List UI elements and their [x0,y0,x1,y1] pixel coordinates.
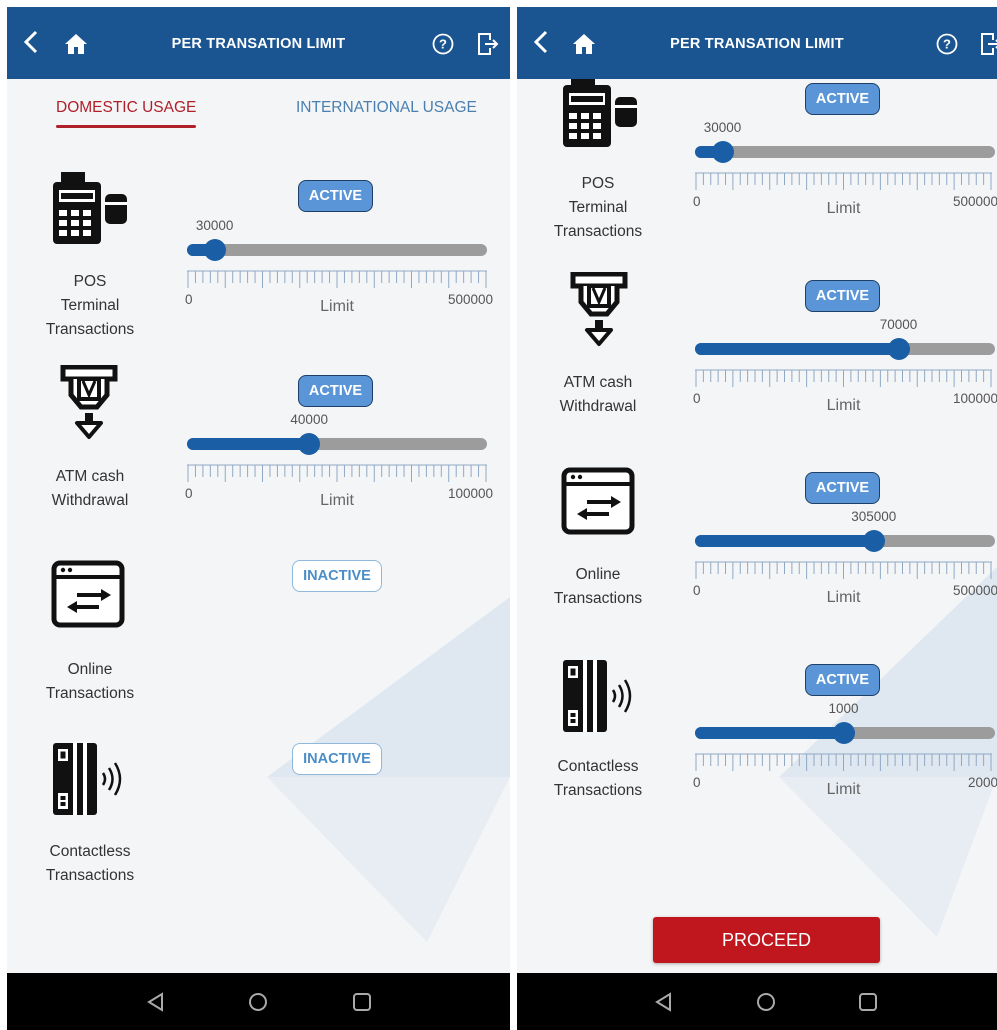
slider-ticks [187,270,487,288]
slider-track[interactable] [187,433,487,455]
system-nav-bar [517,973,997,1030]
screen-domestic: PER TRANSATION LIMIT ? DOMESTIC USAGE IN… [7,7,510,1030]
online-transfer-icon [561,467,635,535]
pos-limit-slider[interactable]: 30000 0 500000 Limit [693,120,997,217]
online-label: Online Transactions [553,566,643,607]
atm-label: ATM cash Withdrawal [51,468,129,509]
pos-status-toggle[interactable]: ACTIVE [805,83,880,115]
pos-label: POS Terminal Transactions [45,273,135,338]
atm-status-toggle[interactable]: ACTIVE [805,280,880,312]
slider-caption: Limit [826,781,861,798]
slider-ticks [187,464,487,482]
slider-track[interactable] [695,530,995,552]
slider-handle[interactable] [203,239,226,261]
slider-fill [695,727,844,739]
slider-value: 40000 [290,412,328,427]
contactless-card-icon [53,743,122,815]
slider-value: 70000 [879,317,918,332]
pos-limit-slider[interactable]: 30000 0 500000 Limit [185,218,493,315]
slider-value: 30000 [195,218,234,233]
slider-caption: Limit [826,397,861,414]
proceed-button[interactable]: PROCEED [653,917,880,963]
pos-label: POS Terminal Transactions [553,175,643,240]
slider-caption: Limit [320,492,354,509]
atm-label: ATM cash Withdrawal [559,374,637,415]
online-status-toggle[interactable]: ACTIVE [805,472,880,504]
contactless-status-toggle[interactable]: INACTIVE [292,743,382,775]
slider-value: 1000 [828,701,859,716]
slider-fill [695,535,874,547]
slider-handle[interactable] [711,141,734,163]
online-status-toggle[interactable]: INACTIVE [292,560,382,592]
atm-limit-slider[interactable]: 70000 0 100000 Limit [693,317,997,414]
online-transfer-icon [51,560,125,628]
tab-domestic-label: DOMESTIC USAGE [56,99,197,116]
pos-terminal-icon [53,172,127,244]
atm-withdrawal-icon [570,272,628,346]
contactless-label: Contactless Transactions [45,843,135,884]
slider-track[interactable] [695,722,995,744]
app-bar: PER TRANSATION LIMIT ? [7,7,510,79]
nav-recents-icon[interactable] [857,991,879,1013]
slider-handle[interactable] [862,530,885,552]
tab-domestic[interactable]: DOMESTIC USAGE [56,99,197,128]
usage-tabs: DOMESTIC USAGE INTERNATIONAL USAGE [7,99,510,139]
atm-limit-slider[interactable]: 40000 0 100000 Limit [185,412,493,509]
logout-icon[interactable] [477,32,499,56]
slider-caption: Limit [826,589,861,606]
contactless-status-toggle[interactable]: ACTIVE [805,664,880,696]
slider-caption: Limit [320,298,354,315]
svg-text:?: ? [439,37,447,52]
slider-ticks [695,369,992,387]
contactless-limit-slider[interactable]: 1000 0 2000 Limit [693,701,997,798]
svg-text:?: ? [943,37,951,52]
slider-value: 305000 [851,509,897,524]
nav-recents-icon[interactable] [351,991,373,1013]
slider-ticks [695,561,992,579]
contactless-label: Contactless Transactions [553,758,643,799]
slider-track[interactable] [695,141,995,163]
slider-caption: Limit [826,200,861,217]
page-title: PER TRANSATION LIMIT [670,36,844,52]
slider-handle[interactable] [887,338,910,360]
atm-status-toggle[interactable]: ACTIVE [298,375,373,407]
slider-ticks [695,753,992,771]
slider-ticks [695,172,992,190]
slider-handle[interactable] [832,722,855,744]
slider-value: 30000 [703,120,742,135]
logout-icon[interactable] [980,32,997,56]
slider-handle[interactable] [298,433,321,455]
nav-back-icon[interactable] [653,991,675,1013]
nav-home-icon[interactable] [755,991,777,1013]
atm-withdrawal-icon [60,365,118,439]
online-limit-slider[interactable]: 305000 0 500000 Limit [693,509,997,606]
help-icon[interactable]: ? [936,33,958,55]
system-nav-bar [7,973,510,1030]
online-label: Online Transactions [45,661,135,702]
help-icon[interactable]: ? [432,33,454,55]
slider-fill [695,343,899,355]
tab-international[interactable]: INTERNATIONAL USAGE [296,99,477,117]
contactless-card-icon [563,660,632,732]
pos-status-toggle[interactable]: ACTIVE [298,180,373,212]
slider-track[interactable] [695,338,995,360]
slider-track[interactable] [187,239,487,261]
nav-home-icon[interactable] [247,991,269,1013]
tab-active-indicator [56,125,197,128]
tab-international-label: INTERNATIONAL USAGE [296,99,477,116]
pos-terminal-icon [563,75,637,147]
slider-fill [187,438,310,450]
app-bar: PER TRANSATION LIMIT ? [517,7,997,79]
nav-back-icon[interactable] [145,991,167,1013]
screen-domestic-scrolled: PER TRANSATION LIMIT ? POS Terminal Transa… [517,7,997,1030]
